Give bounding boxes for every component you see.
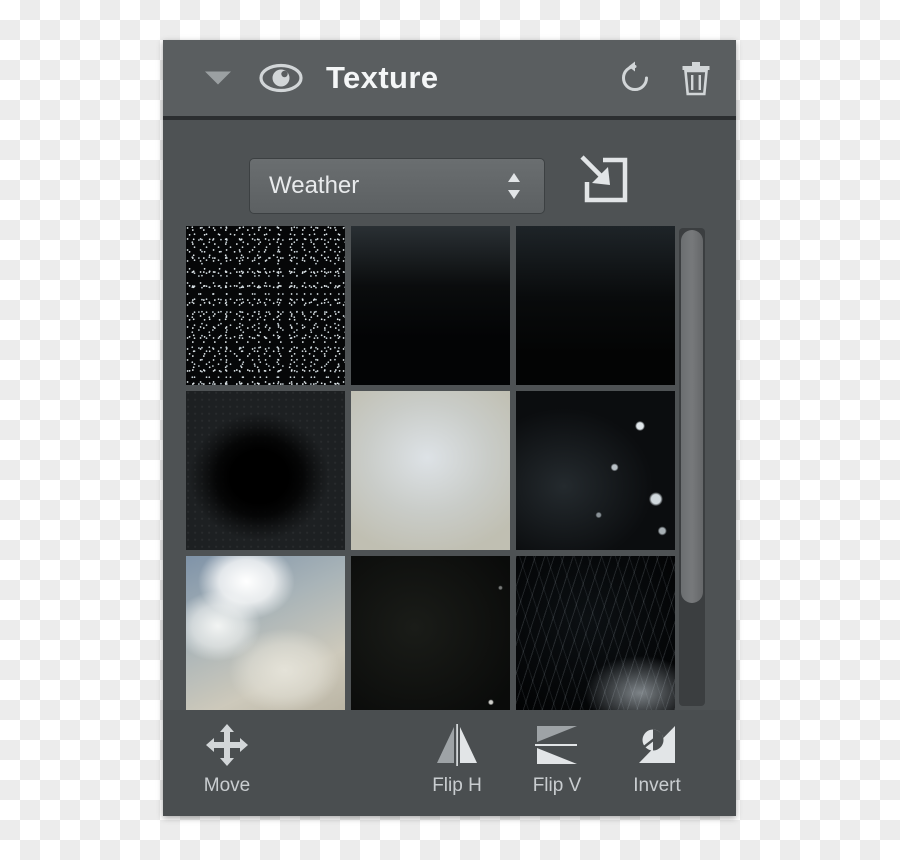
texture-preview — [186, 226, 345, 385]
texture-preview — [351, 226, 510, 385]
texture-preview — [516, 556, 675, 715]
texture-thumb-light-grain[interactable] — [351, 391, 510, 550]
eye-icon[interactable] — [258, 62, 304, 94]
chevron-down-icon[interactable] — [205, 71, 231, 85]
texture-thumb-snow-dense[interactable] — [186, 226, 345, 385]
flip-v-label: Flip V — [532, 775, 582, 796]
grid-scrollbar-track[interactable] — [679, 228, 705, 706]
texture-panel: Texture Weather Move Flip H Flip V Inver… — [163, 40, 736, 816]
invert-button[interactable]: Invert — [609, 720, 705, 806]
texture-preview — [516, 391, 675, 550]
flip-vertical-button[interactable]: Flip V — [509, 720, 605, 806]
texture-thumb-bokeh[interactable] — [516, 391, 675, 550]
flip-vertical-icon — [509, 720, 605, 770]
invert-label: Invert — [633, 775, 681, 796]
texture-thumb-snow-top[interactable] — [351, 226, 510, 385]
move-arrows-icon — [179, 720, 275, 770]
texture-grid-area — [163, 226, 736, 715]
texture-preview — [351, 556, 510, 715]
invert-icon — [609, 720, 705, 770]
texture-preview — [186, 556, 345, 715]
texture-set-value: Weather — [269, 172, 360, 199]
move-label: Move — [203, 775, 251, 796]
flip-horizontal-icon — [409, 720, 505, 770]
texture-thumb-scratch[interactable] — [516, 556, 675, 715]
grid-scrollbar-thumb[interactable] — [681, 230, 703, 603]
texture-preview — [186, 391, 345, 550]
texture-thumb-dark-blob[interactable] — [186, 391, 345, 550]
bottom-toolbar: Move Flip H Flip V Invert — [163, 710, 736, 816]
texture-thumb-near-black[interactable] — [351, 556, 510, 715]
flip-h-label: Flip H — [432, 775, 482, 796]
page-title: Texture — [326, 60, 439, 95]
move-button[interactable]: Move — [179, 720, 275, 806]
trash-icon[interactable] — [681, 60, 711, 96]
up-down-arrows-icon[interactable] — [506, 170, 522, 202]
texture-thumb-clouds[interactable] — [186, 556, 345, 715]
texture-thumbnail-grid — [186, 226, 675, 715]
texture-preview — [516, 226, 675, 385]
texture-preview — [351, 391, 510, 550]
texture-set-dropdown[interactable]: Weather — [249, 158, 545, 214]
flip-horizontal-button[interactable]: Flip H — [409, 720, 505, 806]
import-arrow-into-square-icon[interactable] — [577, 152, 629, 204]
reset-circular-arrow-icon[interactable] — [618, 61, 652, 95]
texture-thumb-snow-streak[interactable] — [516, 226, 675, 385]
panel-header: Texture — [163, 40, 736, 120]
